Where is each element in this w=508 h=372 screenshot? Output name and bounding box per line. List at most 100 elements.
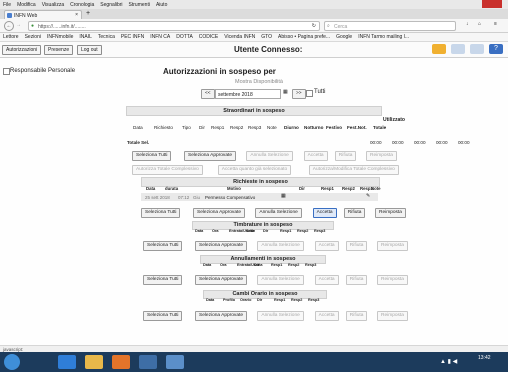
- search-input[interactable]: ⌕ Cerca: [324, 21, 456, 31]
- menu-item-0[interactable]: File: [3, 2, 11, 8]
- straordinari-columns: Data Richiesto Tipo Dir Resp1 Resp2 Resp3 Note D…: [126, 125, 508, 133]
- reimposta-button[interactable]: Reimposta: [377, 241, 408, 251]
- folder-icon[interactable]: [432, 44, 446, 54]
- accetta-button[interactable]: Accetta: [312, 208, 337, 218]
- forward-icon[interactable]: →: [16, 22, 21, 28]
- seleziona-approvate-button[interactable]: Seleziona Approvate: [193, 208, 246, 218]
- explorer-icon[interactable]: [85, 355, 103, 369]
- column-header: Richiesto: [154, 125, 173, 130]
- bookmark-6[interactable]: INFN CA: [150, 34, 170, 40]
- next-week-button[interactable]: >>: [292, 89, 306, 99]
- seleziona-approvate-button[interactable]: Seleziona Approvate: [195, 241, 248, 251]
- annulla-selezione-button[interactable]: Annulla Selezione: [255, 208, 302, 218]
- seleziona-tutti-button[interactable]: Seleziona Tutti: [141, 208, 181, 218]
- bookmark-2[interactable]: INFNmobile: [47, 34, 73, 40]
- accetta-button[interactable]: Accetta: [303, 151, 328, 161]
- download-icon[interactable]: ↓: [466, 21, 469, 27]
- accetta-button[interactable]: Accetta: [314, 275, 339, 285]
- accetta-button[interactable]: Accetta: [314, 241, 339, 251]
- autorizzazioni-button[interactable]: Autorizzazioni: [2, 45, 42, 55]
- prev-week-button[interactable]: <<: [201, 89, 215, 99]
- reimposta-button[interactable]: Reimposta: [366, 151, 397, 161]
- menu-item-3[interactable]: Cronologia: [70, 2, 94, 8]
- logout-button[interactable]: Log out: [77, 45, 102, 55]
- reimposta-button[interactable]: Reimposta: [377, 311, 408, 321]
- column-header: Dir: [254, 263, 260, 267]
- url-bar[interactable]: ● https://......infn.it/........ ↻: [28, 21, 320, 31]
- reimposta-button[interactable]: Reimposta: [377, 275, 408, 285]
- row-dir-icon[interactable]: ▦: [281, 193, 286, 199]
- seleziona-tutti-button[interactable]: Seleziona Tutti: [143, 311, 183, 321]
- reload-icon[interactable]: ↻: [312, 23, 316, 29]
- seleziona-tutti-button[interactable]: Seleziona Tutti: [143, 241, 183, 251]
- home-icon[interactable]: ⌂: [478, 21, 481, 27]
- seleziona-approvate-button[interactable]: Seleziona Approvate: [184, 151, 237, 161]
- help-icon[interactable]: ?: [489, 44, 503, 54]
- menu-item-2[interactable]: Visualizza: [42, 2, 64, 8]
- menu-icon[interactable]: ≡: [494, 21, 497, 27]
- seleziona-tutti-button[interactable]: Seleziona Tutti: [143, 275, 183, 285]
- new-tab-icon[interactable]: +: [86, 10, 90, 17]
- presenze-button[interactable]: Presenze: [44, 45, 74, 55]
- rifiuta-button[interactable]: Rifiuta: [345, 241, 368, 251]
- bookmark-4[interactable]: Tecnica: [98, 34, 115, 40]
- minimize-icon[interactable]: [442, 0, 456, 8]
- bookmark-9[interactable]: Vicenda INFN: [224, 34, 255, 40]
- menu-item-1[interactable]: Modifica: [17, 2, 36, 8]
- table-row[interactable]: 25 sett 2018 07:12 Giu Permesso Compensa…: [141, 193, 378, 201]
- bookmark-0[interactable]: Lettore: [3, 34, 19, 40]
- tab-close-icon[interactable]: ×: [75, 12, 78, 18]
- calendar-icon[interactable]: ▦: [283, 89, 288, 95]
- tutti-checkbox[interactable]: [306, 90, 313, 97]
- seleziona-approvate-button[interactable]: Seleziona Approvate: [195, 275, 248, 285]
- bookmark-13[interactable]: INFN Tarmo mailing l...: [358, 34, 409, 40]
- reimposta-button[interactable]: Reimposta: [375, 208, 406, 218]
- accetta-quanto-gi-selezionato-button[interactable]: Accetta quanto già selezionato: [217, 165, 292, 175]
- column-header: Note: [267, 125, 277, 130]
- firefox-icon[interactable]: [112, 355, 130, 369]
- tray-icons[interactable]: ▲ ▮ ◀: [440, 358, 457, 365]
- bookmark-10[interactable]: GTO: [261, 34, 272, 40]
- back-icon[interactable]: ←: [4, 21, 14, 31]
- start-icon[interactable]: [4, 354, 20, 370]
- bookmark-5[interactable]: PEC INFN: [121, 34, 144, 40]
- ie-icon[interactable]: [58, 355, 76, 369]
- autorizza-modifica-totale-complessivo-button[interactable]: Autorizza/Modifica Totale Complessivo: [308, 165, 399, 175]
- settings-icon[interactable]: [451, 44, 465, 54]
- rifiuta-button[interactable]: Rifiuta: [343, 208, 366, 218]
- main-content: Responsabile Personale Autorizzazioni in…: [0, 58, 508, 352]
- bookmark-1[interactable]: Sezioni: [25, 34, 41, 40]
- rifiuta-button[interactable]: Rifiuta: [345, 275, 368, 285]
- app-icon[interactable]: [139, 355, 157, 369]
- menu-item-4[interactable]: Segnalibri: [100, 2, 122, 8]
- column-header: Resp2: [291, 298, 303, 302]
- totale-value: 00:00: [436, 140, 448, 145]
- responsabile-checkbox[interactable]: [3, 68, 10, 75]
- refresh-icon[interactable]: [470, 44, 484, 54]
- app2-icon[interactable]: [166, 355, 184, 369]
- annulla-selezione-button[interactable]: Annulla Selezione: [246, 151, 293, 161]
- bookmark-11[interactable]: Abisso • Pagina prefe...: [278, 34, 330, 40]
- rifiuta-button[interactable]: Rifiuta: [345, 311, 368, 321]
- annulla-selezione-button[interactable]: Annulla Selezione: [257, 311, 304, 321]
- close-icon[interactable]: [482, 0, 502, 8]
- bookmark-3[interactable]: INAIL: [79, 34, 92, 40]
- bookmark-8[interactable]: CODICE: [199, 34, 218, 40]
- week-select[interactable]: settembre 2018: [215, 89, 281, 99]
- column-header: Resp2: [230, 125, 244, 130]
- bookmark-12[interactable]: Google: [336, 34, 352, 40]
- bookmark-7[interactable]: DOTTA: [176, 34, 193, 40]
- seleziona-tutti-button[interactable]: Seleziona Tutti: [132, 151, 172, 161]
- menu-item-6[interactable]: Aiuto: [156, 2, 167, 8]
- rifiuta-button[interactable]: Rifiuta: [334, 151, 357, 161]
- maximize-icon[interactable]: [462, 0, 476, 8]
- row-note-icon[interactable]: ✎: [366, 193, 370, 199]
- row-motivo: Permesso Compensativo: [205, 194, 256, 200]
- annulla-selezione-button[interactable]: Annulla Selezione: [257, 241, 304, 251]
- annulla-selezione-button[interactable]: Annulla Selezione: [257, 275, 304, 285]
- accetta-button[interactable]: Accetta: [314, 311, 339, 321]
- autorizza-totale-complessivo-button[interactable]: Autorizza Totale Complessivo: [132, 165, 203, 175]
- seleziona-approvate-button[interactable]: Seleziona Approvate: [195, 311, 248, 321]
- tab-title: INFN Web: [14, 12, 38, 19]
- menu-item-5[interactable]: Strumenti: [129, 2, 150, 8]
